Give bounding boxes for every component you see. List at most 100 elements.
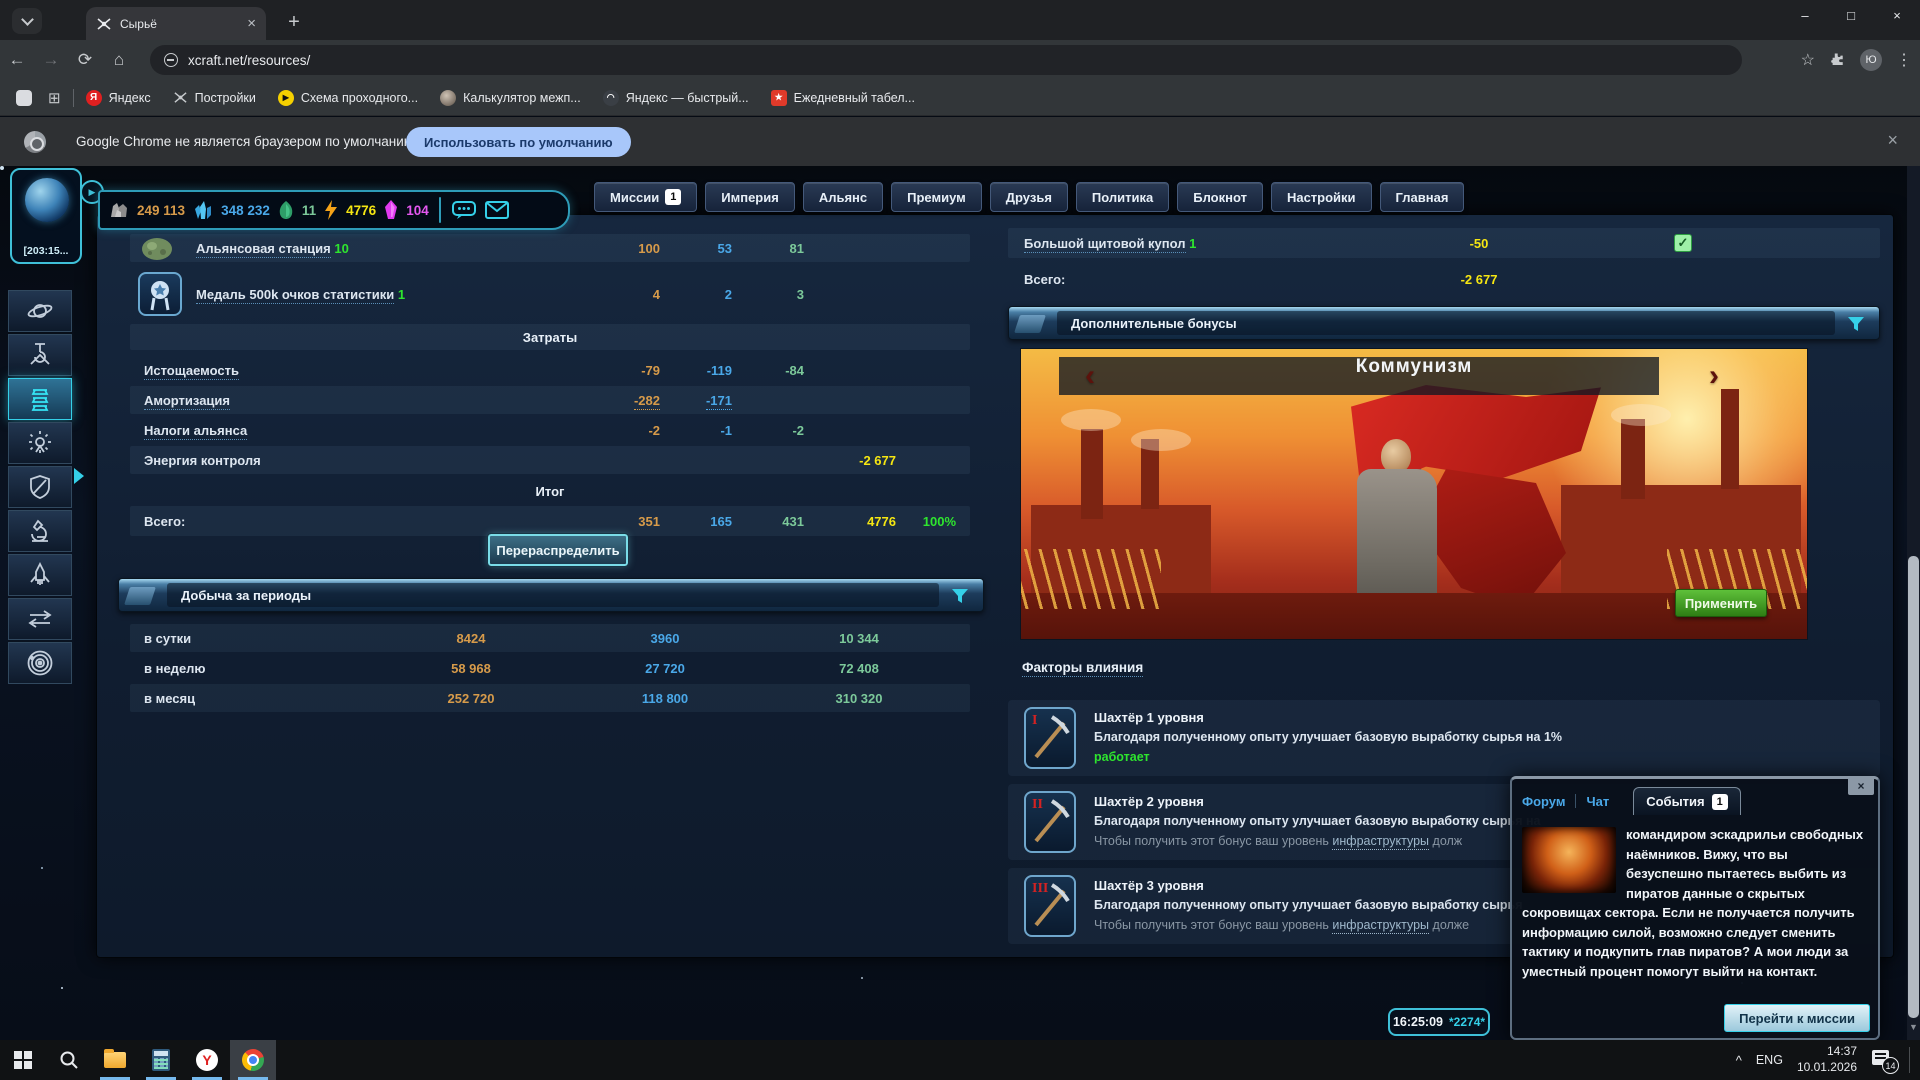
apps-grid-icon[interactable]: ⊞ [48,89,61,107]
scrollbar-down-icon[interactable]: ▼ [1908,1022,1919,1032]
sidebar-item-fleet[interactable] [8,554,72,596]
tab-main[interactable]: Главная [1380,182,1465,212]
tab-label: Главная [1396,190,1449,205]
taskbar-chrome-button[interactable] [230,1040,276,1080]
mail-icon[interactable] [484,200,510,220]
tab-search-button[interactable] [12,8,42,34]
cell-crystal: 3960 [568,631,762,646]
bookmark-yandex[interactable]: Я Яндекс [86,90,151,106]
tab-settings[interactable]: Настройки [1271,182,1372,212]
tab-chat[interactable]: Чат [1586,794,1609,809]
site-favicon [96,16,112,32]
orbit-radar-icon [27,650,53,676]
notification-text: Google Chrome не является браузером по у… [76,134,418,149]
sidebar-item-buildings[interactable] [8,334,72,376]
tab-events[interactable]: События 1 [1633,787,1740,815]
browser-tab[interactable]: Сырьё × [86,7,266,40]
period-row: в неделю 58 968 27 720 72 408 [130,654,970,682]
tab-forum[interactable]: Форум [1522,794,1565,809]
sidebar-item-defense[interactable] [8,466,72,508]
event-message: командиром эскадрильи свободных наёмнико… [1522,825,1868,998]
address-bar[interactable]: xcraft.net/resources/ [150,45,1742,75]
sidebar-item-orbit[interactable] [8,642,72,684]
cost-label[interactable]: Истощаемость [144,363,556,378]
new-tab-button[interactable]: + [280,9,308,37]
period-label: в сутки [144,631,374,646]
bookmark-shema[interactable]: ▶ Схема проходного... [278,90,418,106]
window-maximize-button[interactable]: □ [1828,0,1874,34]
chat-icon[interactable] [451,199,477,221]
filter-funnel-icon[interactable] [1847,316,1865,332]
bookmark-star-icon[interactable]: ☆ [1801,50,1815,70]
cost-label[interactable]: Налоги альянса [144,423,556,438]
banner-prev-arrow[interactable]: ‹ [1085,359,1095,393]
infrastructure-link[interactable]: инфраструктуры [1332,834,1429,850]
bookmark-tabel[interactable]: ★ Ежедневный табел... [771,90,915,106]
infrastructure-link[interactable]: инфраструктуры [1332,918,1429,934]
scrollbar-thumb[interactable] [1908,556,1919,1018]
cell-crystal[interactable]: -171 [660,393,732,408]
apply-button[interactable]: Применить [1675,589,1767,617]
tab-notebook[interactable]: Блокнот [1177,182,1263,212]
notification-center-button[interactable]: 14 [1871,1050,1895,1070]
entity-label[interactable]: Медаль 500k очков статистики 1 [144,287,556,302]
planet-widget[interactable]: [203:15... [10,168,82,264]
cell-energy: -2 677 [804,453,896,468]
taskbar-yandex-button[interactable]: Y [184,1040,230,1080]
notification-close-icon[interactable]: × [1887,130,1898,151]
start-button[interactable] [0,1040,46,1080]
shield-label[interactable]: Большой щитовой купол 1 [1024,236,1394,251]
tab-friends[interactable]: Друзья [990,182,1068,212]
entity-count: 1 [398,287,405,302]
taskbar-clock[interactable]: 14:37 10.01.2026 [1797,1044,1857,1075]
tab-label: События [1646,794,1704,809]
taskbar-calculator-button[interactable] [138,1040,184,1080]
tab-empire[interactable]: Империя [705,182,795,212]
back-button[interactable]: ← [0,50,34,70]
profile-avatar[interactable]: Ю [1860,49,1882,71]
sidebar-item-trade[interactable] [8,598,72,640]
reload-button[interactable]: ⟳ [68,50,102,70]
sidebar-expand-handle[interactable] [74,468,84,484]
cell-metal[interactable]: -282 [556,393,660,408]
bookmark-postroyki[interactable]: Постройки [173,90,256,105]
home-button[interactable]: ⌂ [102,50,136,70]
crystal-amount: 348 232 [221,203,270,218]
tray-expand-icon[interactable]: ^ [1736,1053,1742,1068]
set-default-button[interactable]: Использовать по умолчанию [406,127,631,157]
taskbar-search-button[interactable] [46,1040,92,1080]
cost-label[interactable]: Амортизация [144,393,556,408]
bookmark-yandex-fast[interactable]: ◠ Яндекс — быстрый... [603,90,749,106]
sidebar-item-shipyard[interactable] [8,422,72,464]
shield-checkbox[interactable]: ✓ [1674,234,1692,252]
window-close-button[interactable]: × [1874,0,1920,34]
tab-close-icon[interactable]: × [247,15,256,32]
tab-label: Блокнот [1193,190,1247,205]
menu-kebab-icon[interactable]: ⋮ [1896,50,1912,70]
sidebar-item-resources[interactable] [8,378,72,420]
redistribute-button[interactable]: Перераспределить [488,534,628,566]
bookmark-calculator[interactable]: Калькулятор межп... [440,90,581,106]
filter-funnel-icon[interactable] [951,588,969,604]
tab-premium[interactable]: Премиум [891,182,982,212]
taskbar-explorer-button[interactable] [92,1040,138,1080]
banner-next-arrow[interactable]: › [1709,359,1719,393]
sidebar-item-research[interactable] [8,510,72,552]
sidebar-item-galaxy[interactable] [8,290,72,332]
tab-politics[interactable]: Политика [1076,182,1169,212]
window-minimize-button[interactable]: – [1782,0,1828,34]
side-panel-icon[interactable] [16,90,32,106]
factors-title[interactable]: Факторы влияния [1022,660,1143,675]
forward-button[interactable]: → [34,50,68,70]
tab-missions[interactable]: Миссии1 [594,182,697,212]
smoke [1611,404,1671,426]
extensions-icon[interactable] [1829,52,1846,69]
divider [1575,794,1576,808]
shield-icon [28,474,52,500]
chat-close-button[interactable]: × [1848,777,1874,795]
go-to-mission-button[interactable]: Перейти к миссии [1724,1004,1870,1032]
language-indicator[interactable]: ENG [1756,1053,1783,1067]
site-settings-icon[interactable] [164,53,178,67]
entity-label[interactable]: Альянсовая станция 10 [144,241,556,256]
tab-alliance[interactable]: Альянс [803,182,883,212]
